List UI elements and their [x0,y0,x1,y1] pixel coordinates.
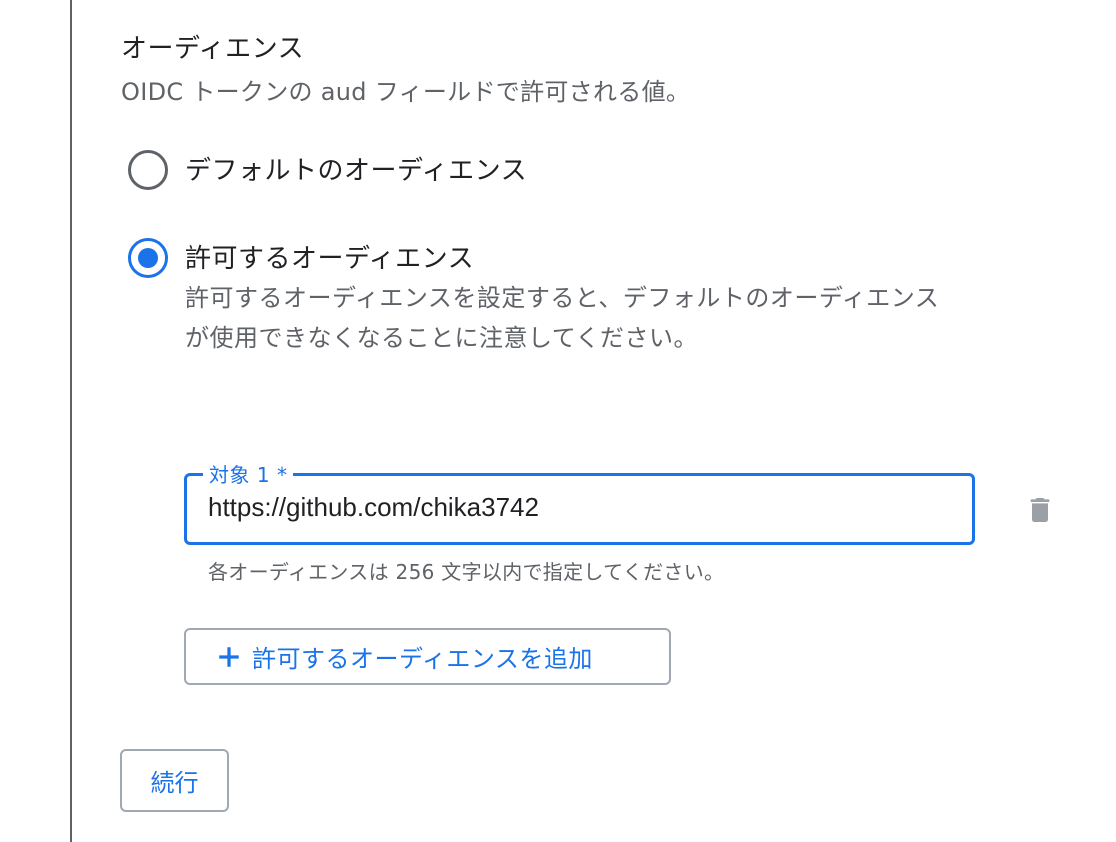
stepper-line [70,0,72,842]
trash-icon[interactable] [1024,494,1056,526]
default-audience-radio[interactable] [128,150,168,190]
add-audience-button[interactable]: 許可するオーディエンスを追加 [184,628,671,685]
plus-icon [219,646,239,667]
continue-button[interactable]: 続行 [120,749,229,812]
allowed-audience-label[interactable]: 許可するオーディエンス [185,238,474,275]
audience-title: オーディエンス [121,34,305,64]
audience-input-1[interactable] [208,492,948,523]
allowed-audience-description-line: が使用できなくなることに注意してください。 [185,324,699,352]
audience-field-1-label: 対象 1 * [203,459,294,488]
audience-field-1: 対象 1 * [184,459,975,545]
audience-hint: 各オーディエンスは 256 文字以内で指定してください。 [208,560,725,584]
allowed-audience-radio[interactable] [128,238,168,278]
radio-selected-dot [138,248,158,268]
audience-description: OIDC トークンの aud フィールドで許可される値。 [121,78,691,106]
continue-button-label: 続行 [150,769,199,797]
default-audience-label[interactable]: デフォルトのオーディエンス [185,150,527,187]
page: オーディエンス OIDC トークンの aud フィールドで許可される値。 デフォ… [0,0,1116,842]
add-audience-button-label: 許可するオーディエンスを追加 [252,645,593,673]
allowed-audience-description: 許可するオーディエンスを設定すると、デフォルトのオーディエンス が使用できなくな… [185,278,1065,358]
allowed-audience-description-line: 許可するオーディエンスを設定すると、デフォルトのオーディエンス [185,284,940,312]
